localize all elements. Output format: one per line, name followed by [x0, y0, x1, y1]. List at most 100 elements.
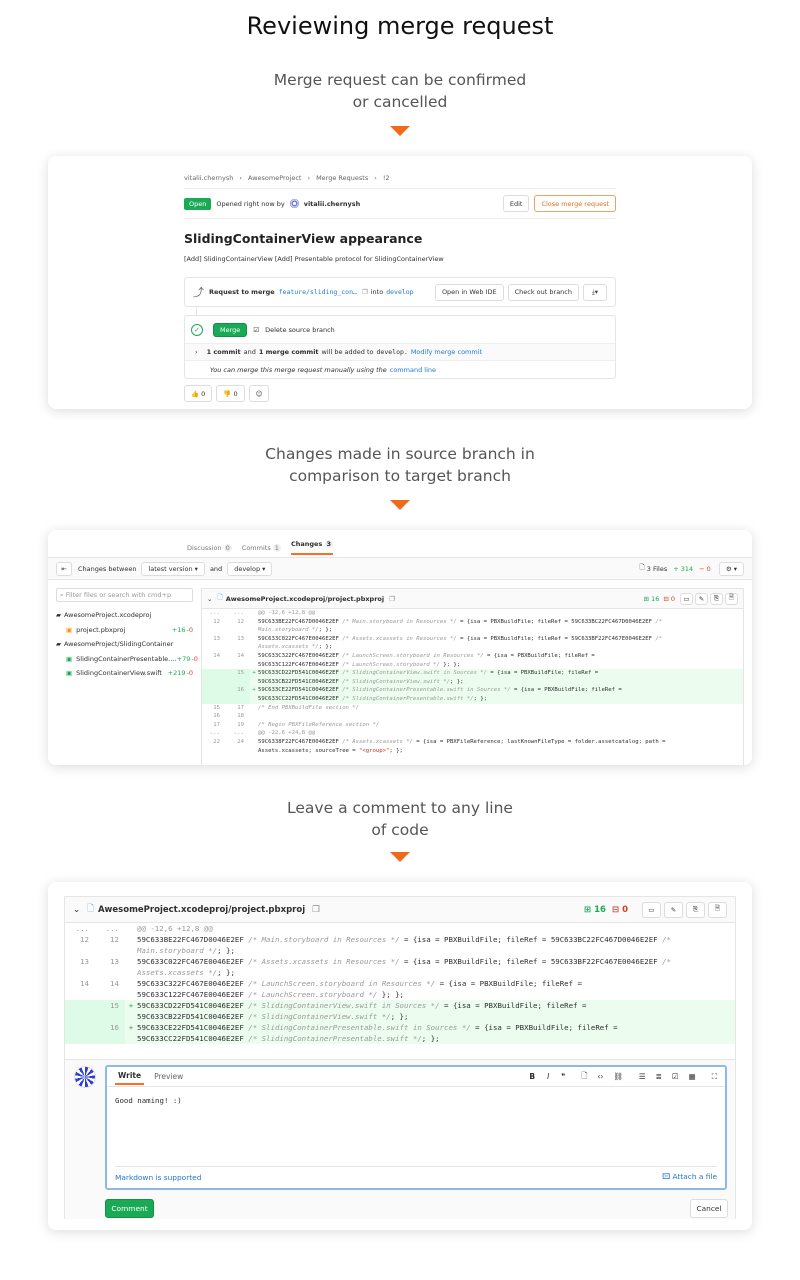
add-reaction-button[interactable]: ☺ [248, 385, 270, 402]
collapse-tree-button[interactable]: ⇤ [56, 561, 72, 576]
chevron-down-icon[interactable]: ⌄ [73, 905, 80, 915]
status-badge: Open [184, 197, 212, 210]
diff-line[interactable]: 14 14 59C633C322FC467E0046E2EF /* LaunchS… [202, 652, 743, 661]
command-line-link[interactable]: command line [390, 366, 436, 374]
diff-hunk-header[interactable]: ...... @@ -22,6 +24,8 @@ [202, 729, 743, 738]
diff-line[interactable]: 17 19/* Begin PBXFileReference section */ [202, 721, 743, 730]
diff-file-name[interactable]: AwesomeProject.xcodeproj/project.pbxproj [98, 905, 305, 915]
copy-icon[interactable]: ❐ [362, 288, 368, 296]
diff-line[interactable]: 12 12 59C633BE22FC467D0046E2EF /* Main.st… [202, 618, 743, 627]
file-icon: 🗋 [639, 563, 645, 571]
chevron-down-icon[interactable]: ⌄ [207, 595, 212, 603]
table-icon[interactable]: ▦ [689, 1072, 696, 1081]
diff-line[interactable]: 15 17/* End PBXBuildFile section */ [202, 704, 743, 713]
diff-line-wrap[interactable]: 59C633CB22FD541C0046E2EF /* SlidingConta… [202, 677, 743, 687]
target-branch-link[interactable]: develop [386, 288, 413, 296]
file-filter-input[interactable]: ⌕ Filter files or search with cmd+p [56, 588, 193, 602]
tab-write[interactable]: Write [115, 1068, 145, 1085]
diff-line[interactable]: 22 24 59C6338F22FC467E0046E2EF /* Assets.… [202, 738, 743, 747]
file-modified-icon: ▣ [66, 625, 73, 634]
file-additions: ⊞ 16 [643, 594, 660, 603]
diff-line[interactable]: 14 14 59C633C322FC467E0046E2EF /* LaunchS… [65, 978, 735, 989]
diff-line-wrap[interactable]: 59C633CB22FD541C0046E2EF /* SlidingConta… [65, 1011, 735, 1022]
diff-file-name[interactable]: AwesomeProject.xcodeproj/project.pbxproj [226, 595, 384, 603]
breadcrumb-merge-requests[interactable]: Merge Requests [316, 174, 368, 182]
edit-button[interactable]: Edit [502, 195, 530, 212]
diff-hunk-header[interactable]: ...... @@ -12,6 +12,8 @@ [65, 923, 735, 934]
edit-file-button[interactable]: ✎ [695, 592, 708, 605]
comment-textarea[interactable]: Good naming! :) [107, 1087, 725, 1163]
thumbs-down-button[interactable]: 👎 0 [216, 385, 245, 402]
fullscreen-icon[interactable]: ⛶ [712, 1072, 717, 1082]
modify-merge-commit-link[interactable]: Modify merge commit [411, 348, 482, 356]
open-web-ide-button[interactable]: Open in Web IDE [434, 283, 504, 301]
cancel-button[interactable]: Cancel [690, 1199, 728, 1218]
tab-preview[interactable]: Preview [154, 1072, 183, 1081]
breadcrumb-project[interactable]: AwesomeProject [248, 174, 301, 182]
chevron-right-icon[interactable]: › [195, 348, 198, 356]
diff-line-wrap[interactable]: Assets.xcassets */; }; [202, 643, 743, 652]
diff-hunk-header[interactable]: ...... @@ -12,6 +12,8 @@ [202, 609, 743, 618]
diff-line-wrap[interactable]: Assets.xcassets */; }; [65, 967, 735, 978]
italic-icon[interactable]: I [547, 1072, 549, 1081]
comment-button[interactable]: Comment [105, 1199, 154, 1218]
comment-toggle-button[interactable]: ▭ [680, 592, 693, 605]
copy-icon[interactable]: ❐ [312, 905, 320, 915]
comment-toggle-button[interactable]: ▭ [642, 901, 661, 918]
diff-line[interactable]: 12 12 59C633BE22FC467D0046E2EF /* Main.st… [65, 934, 735, 945]
attach-file-link[interactable]: 🖾 Attach a file [662, 1171, 717, 1184]
tree-file[interactable]: ▣ project.pbxproj +16 -0 [56, 623, 193, 638]
quote-icon[interactable]: ❞ [561, 1072, 565, 1081]
merge-button[interactable]: Merge [213, 322, 248, 337]
tab-commits[interactable]: Commits 1 [242, 543, 281, 552]
markdown-link[interactable]: Markdown is supported [115, 1173, 201, 1182]
target-branch-dropdown[interactable]: develop ▾ [227, 561, 273, 576]
section2-caption: Changes made in source branch in comparis… [265, 445, 535, 485]
delete-source-checkbox[interactable]: ☑ [253, 326, 259, 334]
view-file-button[interactable]: ⎘ [710, 592, 723, 605]
merge-request-icon: ⤴ [193, 286, 204, 299]
tab-discussion[interactable]: Discussion 0 [187, 543, 232, 552]
diff-line-wrap[interactable]: 59C633CC22FD541C0046E2EF /* SlidingConta… [202, 694, 743, 704]
copy-icon[interactable]: ❐ [389, 595, 395, 603]
check-out-branch-button[interactable]: Check out branch [507, 283, 579, 301]
view-raw-button[interactable]: 🗎 [725, 592, 738, 605]
diff-line[interactable]: 15 + 59C633CD22FD541C0046E2EF /* SlidingC… [202, 669, 743, 678]
link-icon[interactable]: ⛓ [613, 1072, 623, 1081]
diff-line-wrap[interactable]: Assets.xcassets; sourceTree = "<group>";… [202, 747, 743, 756]
diff-line[interactable]: 13 13 59C633C022FC467E0046E2EF /* Assets.… [202, 635, 743, 644]
diff-line[interactable]: 16 18 [202, 712, 743, 721]
task-list-icon[interactable]: ☑ [672, 1072, 679, 1081]
view-raw-button[interactable]: 🗎 [708, 901, 727, 918]
numbered-list-icon[interactable]: ≣ [656, 1072, 662, 1081]
diff-line[interactable]: 15 + 59C633CD22FD541C0046E2EF /* SlidingC… [65, 1000, 735, 1011]
breadcrumb-mr-id[interactable]: !2 [383, 174, 390, 182]
diff-line[interactable]: 13 13 59C633C022FC467E0046E2EF /* Assets.… [65, 956, 735, 967]
code-block-icon[interactable]: ‹› [597, 1072, 603, 1081]
close-merge-request-button[interactable]: Close merge request [534, 195, 616, 212]
diff-line-wrap[interactable]: Main.storyboard */; }; [65, 945, 735, 956]
diff-line[interactable]: 16 + 59C633CE22FD541C0046E2EF /* SlidingC… [65, 1022, 735, 1033]
author-name[interactable]: vitalii.chernysh [304, 200, 361, 208]
diff-line[interactable]: 16 + 59C633CE22FD541C0046E2EF /* SlidingC… [202, 686, 743, 695]
diff-line-wrap[interactable]: 59C633C122FC467E0046E2EF /* LaunchScreen… [65, 989, 735, 1000]
diff-line-wrap[interactable]: 59C633CC22FD541C0046E2EF /* SlidingConta… [65, 1033, 735, 1044]
settings-dropdown[interactable]: ⚙ ▾ [718, 561, 744, 576]
tab-changes[interactable]: Changes 3 [290, 540, 334, 555]
breadcrumb-user[interactable]: vitalii.chernysh [184, 174, 233, 182]
tree-file[interactable]: ▣ SlidingContainerView.swift +219 -0 [56, 666, 193, 681]
diff-line-wrap[interactable]: Main.storyboard */; }; [202, 626, 743, 635]
version-dropdown[interactable]: latest version ▾ [141, 561, 205, 576]
tree-folder[interactable]: ▰ AwesomeProject.xcodeproj [56, 608, 193, 623]
view-file-button[interactable]: ⎘ [686, 901, 705, 918]
diff-line-wrap[interactable]: 59C633C122FC467E0046E2EF /* LaunchScreen… [202, 661, 743, 670]
bullet-list-icon[interactable]: ☰ [639, 1072, 646, 1081]
code-icon[interactable]: 🗋 [581, 1070, 587, 1083]
edit-file-button[interactable]: ✎ [664, 901, 683, 918]
thumbs-up-button[interactable]: 👍 0 [184, 385, 213, 402]
source-branch-link[interactable]: feature/sliding_con… [279, 288, 357, 296]
tree-file[interactable]: ▣ SlidingContainerPresentable.… +79 -0 [56, 652, 198, 667]
bold-icon[interactable]: B [529, 1072, 535, 1081]
download-dropdown-button[interactable]: ⤓▾ [583, 283, 607, 301]
tree-folder[interactable]: ▰ AwesomeProject/SlidingContainer [56, 637, 193, 652]
